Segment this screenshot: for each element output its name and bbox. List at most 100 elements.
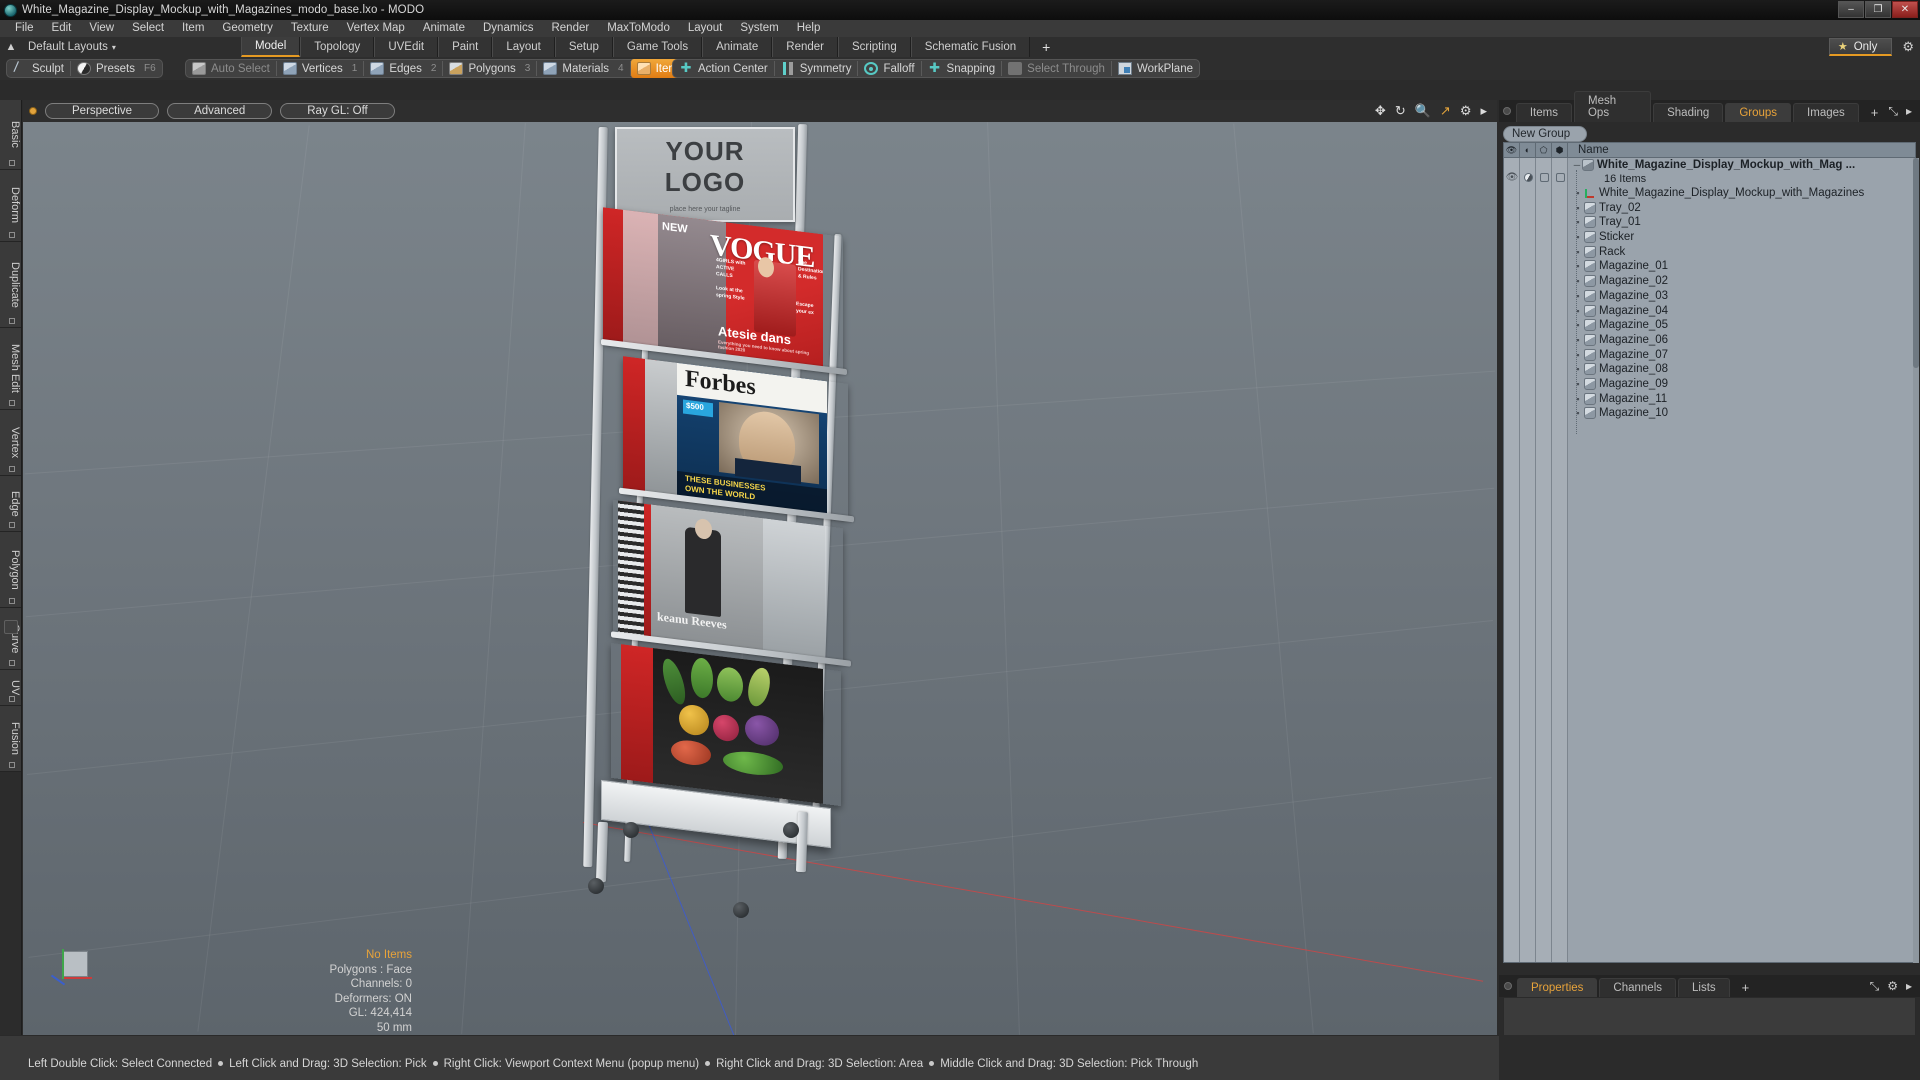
- add-layout-tab-button[interactable]: +: [1030, 39, 1062, 55]
- rotate-icon[interactable]: ↻: [1395, 103, 1406, 119]
- layout-tab-schematic-fusion[interactable]: Schematic Fusion: [910, 37, 1031, 57]
- layout-tab-model[interactable]: Model: [240, 37, 301, 57]
- item-row[interactable]: ▪ Magazine_10: [1568, 406, 1915, 421]
- chevron-down-icon[interactable]: ▾: [112, 43, 116, 52]
- expand-icon[interactable]: ⤡: [1870, 979, 1880, 994]
- zoom-icon[interactable]: 🔍: [1415, 103, 1431, 119]
- gear-icon[interactable]: ⚙: [1887, 979, 1898, 994]
- layout-tab-scripting[interactable]: Scripting: [837, 37, 911, 57]
- properties-menu-knob[interactable]: [1499, 975, 1517, 997]
- tab-groups[interactable]: Groups: [1725, 103, 1792, 122]
- layout-tab-layout[interactable]: Layout: [492, 37, 555, 57]
- magazine-display-rack-model[interactable]: YOUR LOGO place here your tagline NEW VO…: [583, 122, 913, 1022]
- layout-tab-game-tools[interactable]: Game Tools: [612, 37, 703, 57]
- arrow-right-icon[interactable]: ▸: [1906, 104, 1912, 119]
- item-row[interactable]: ▪ Magazine_07: [1568, 347, 1915, 362]
- toolbar-button-polygons[interactable]: Polygons 3: [443, 60, 536, 77]
- only-button[interactable]: ★ Only: [1828, 38, 1893, 56]
- tab-lists[interactable]: Lists: [1678, 978, 1730, 997]
- home-icon[interactable]: ▲: [0, 41, 22, 53]
- new-group-button[interactable]: New Group: [1503, 126, 1588, 142]
- left-tab-edge[interactable]: Edge: [0, 476, 21, 532]
- item-row[interactable]: ▪ Tray_02: [1568, 200, 1915, 215]
- item-row[interactable]: ▪ White_Magazine_Display_Mockup_with_Maga…: [1568, 186, 1915, 201]
- toolbar-button-falloff[interactable]: Falloff: [858, 60, 920, 77]
- left-tool-swatch[interactable]: [4, 620, 18, 634]
- left-tab-duplicate[interactable]: Duplicate: [0, 242, 21, 328]
- toolbar-button-snapping[interactable]: ✚ Snapping: [922, 60, 1002, 77]
- visibility-icon[interactable]: 👁: [1506, 172, 1519, 183]
- menu-item-render[interactable]: Render: [542, 20, 598, 37]
- menu-item-layout[interactable]: Layout: [679, 20, 732, 37]
- tab-shading[interactable]: Shading: [1653, 103, 1724, 122]
- layout-tab-uvedit[interactable]: UVEdit: [374, 37, 439, 57]
- viewport-perspective-button[interactable]: Perspective: [45, 103, 160, 119]
- left-tab-fusion[interactable]: Fusion: [0, 706, 21, 772]
- menu-item-maxtomodo[interactable]: MaxToModo: [598, 20, 679, 37]
- tab-mesh-ops[interactable]: Mesh Ops: [1573, 91, 1652, 122]
- gear-icon[interactable]: ⚙: [1902, 39, 1914, 55]
- item-row[interactable]: ▪ Sticker: [1568, 230, 1915, 245]
- item-row[interactable]: ▪ Magazine_04: [1568, 303, 1915, 318]
- item-row[interactable]: ▪ Tray_01: [1568, 215, 1915, 230]
- menu-item-view[interactable]: View: [80, 20, 123, 37]
- maximize-button[interactable]: ❐: [1865, 1, 1891, 18]
- menu-item-help[interactable]: Help: [788, 20, 830, 37]
- menu-item-dynamics[interactable]: Dynamics: [474, 20, 542, 37]
- item-row[interactable]: ▪ Magazine_02: [1568, 274, 1915, 289]
- left-tab-uv[interactable]: UV: [0, 670, 21, 706]
- add-tab-button[interactable]: +: [1732, 980, 1760, 997]
- menu-item-geometry[interactable]: Geometry: [213, 20, 282, 37]
- menu-item-animate[interactable]: Animate: [414, 20, 474, 37]
- viewport-active-dot[interactable]: [29, 107, 37, 115]
- expand-icon[interactable]: ⤡: [1888, 104, 1898, 119]
- toolbar-button-presets[interactable]: Presets F6: [71, 60, 162, 77]
- menu-item-vertex-map[interactable]: Vertex Map: [338, 20, 414, 37]
- item-row[interactable]: ▪ Magazine_03: [1568, 289, 1915, 304]
- left-tab-deform[interactable]: Deform: [0, 170, 21, 242]
- toolbar-button-auto-select[interactable]: Auto Select: [186, 60, 276, 77]
- viewport-3d[interactable]: YOUR LOGO place here your tagline NEW VO…: [23, 100, 1497, 1035]
- shading-icon[interactable]: [1523, 172, 1533, 182]
- item-row[interactable]: ▪ Magazine_08: [1568, 362, 1915, 377]
- item-row[interactable]: ▪ Magazine_01: [1568, 259, 1915, 274]
- viewport-advanced-button[interactable]: Advanced: [167, 103, 273, 119]
- root-row-toggles[interactable]: 👁: [1504, 166, 1568, 188]
- item-row[interactable]: ▪ Magazine_09: [1568, 377, 1915, 392]
- left-tab-polygon[interactable]: Polygon: [0, 532, 21, 608]
- wireframe-icon[interactable]: [1539, 172, 1549, 182]
- menu-item-texture[interactable]: Texture: [282, 20, 338, 37]
- layout-tab-paint[interactable]: Paint: [438, 37, 493, 57]
- add-tab-button[interactable]: +: [1861, 105, 1889, 122]
- menu-item-item[interactable]: Item: [173, 20, 213, 37]
- arrow-right-icon[interactable]: ▸: [1906, 979, 1912, 994]
- menu-item-system[interactable]: System: [731, 20, 787, 37]
- toolbar-button-vertices[interactable]: Vertices 1: [277, 60, 363, 77]
- item-row[interactable]: ▪ Magazine_05: [1568, 318, 1915, 333]
- layout-tab-render[interactable]: Render: [772, 37, 838, 57]
- gear-icon[interactable]: ⚙: [1460, 103, 1472, 119]
- left-tab-curve[interactable]: Curve: [0, 608, 21, 670]
- left-tab-basic[interactable]: Basic: [0, 100, 21, 170]
- toolbar-button-select-through[interactable]: Select Through: [1002, 60, 1111, 77]
- left-tab-vertex[interactable]: Vertex: [0, 410, 21, 476]
- item-row[interactable]: ▪ Magazine_11: [1568, 391, 1915, 406]
- layout-tab-topology[interactable]: Topology: [300, 37, 375, 57]
- viewport-canvas[interactable]: YOUR LOGO place here your tagline NEW VO…: [23, 122, 1497, 1035]
- item-row[interactable]: ▪ Magazine_06: [1568, 333, 1915, 348]
- toolbar-button-edges[interactable]: Edges 2: [364, 60, 442, 77]
- toolbar-button-materials[interactable]: Materials 4: [537, 60, 629, 77]
- default-layouts-label[interactable]: Default Layouts: [22, 41, 108, 53]
- solid-icon[interactable]: [1555, 172, 1565, 182]
- minimize-button[interactable]: –: [1838, 1, 1864, 18]
- left-tab-mesh-edit[interactable]: Mesh Edit: [0, 328, 21, 410]
- menu-item-file[interactable]: File: [6, 20, 43, 37]
- arrow-right-icon[interactable]: ▸: [1480, 103, 1487, 119]
- menu-item-edit[interactable]: Edit: [43, 20, 81, 37]
- tab-images[interactable]: Images: [1793, 103, 1859, 122]
- toolbar-button-workplane[interactable]: WorkPlane: [1112, 60, 1199, 77]
- viewport-raygl-button[interactable]: Ray GL: Off: [280, 103, 395, 119]
- layout-tab-animate[interactable]: Animate: [702, 37, 773, 57]
- menu-item-select[interactable]: Select: [123, 20, 173, 37]
- item-row-root[interactable]: ─ White_Magazine_Display_Mockup_with_Mag …: [1568, 158, 1915, 173]
